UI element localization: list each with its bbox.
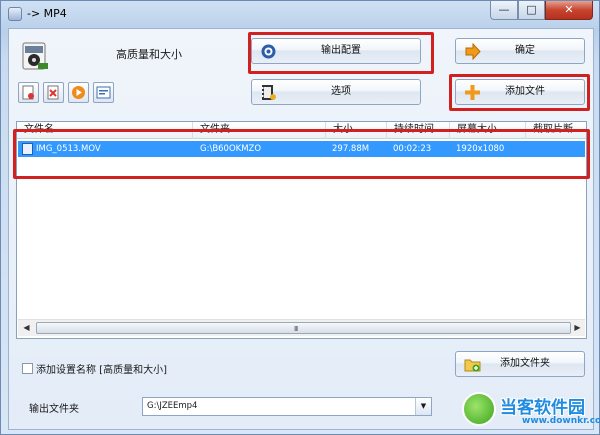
add-setting-name-label: 添加设置名称 [高质量和大小] [36, 365, 167, 376]
info-icon [96, 86, 111, 99]
remove-icon [47, 85, 59, 100]
format-label: 高质量和大小 [116, 48, 182, 61]
scroll-grip: III [294, 325, 298, 333]
add-folder-icon [464, 359, 481, 372]
output-folder-label: 输出文件夹 [29, 404, 79, 415]
window-title: -> MP4 [27, 7, 67, 20]
watermark: 当客软件园 www.downkr.com [456, 390, 600, 435]
scroll-right-icon[interactable]: ▶ [569, 320, 586, 336]
minimize-button[interactable]: — [490, 1, 518, 20]
chevron-down-icon[interactable]: ▼ [415, 398, 431, 415]
delete-button[interactable] [18, 82, 39, 103]
add-setting-name-checkbox[interactable] [22, 363, 33, 374]
highlight-box-output-config [248, 32, 434, 74]
highlight-box-add-file [449, 74, 590, 111]
title-bar[interactable]: -> MP4 — □ ✕ [1, 1, 599, 27]
watermark-url: www.downkr.com [522, 416, 600, 426]
arrow-right-icon [465, 43, 481, 60]
close-button[interactable]: ✕ [545, 1, 593, 20]
app-window: -> MP4 — □ ✕ 高质量和大小 输出配置 确定 选项 添加文件 文件名 … [0, 0, 600, 435]
add-folder-button[interactable]: 添加文件夹 [455, 351, 585, 377]
options-label: 选项 [331, 86, 351, 97]
watermark-logo [462, 392, 496, 426]
ok-button[interactable]: 确定 [455, 38, 585, 64]
output-folder-value: G:\JZEEmp4 [147, 401, 198, 411]
dialog-body: 高质量和大小 输出配置 确定 选项 添加文件 文件名 文件夹 大小 持续时间 屏… [8, 28, 594, 430]
info-button[interactable] [93, 82, 114, 103]
delete-icon [22, 85, 34, 100]
output-folder-select[interactable]: G:\JZEEmp4 ▼ [142, 397, 432, 416]
watermark-text: 当客软件园 [500, 398, 585, 418]
highlight-box-file-row [13, 129, 590, 179]
horizontal-scrollbar[interactable]: ◀ III ▶ [18, 319, 585, 336]
maximize-button[interactable]: □ [518, 1, 545, 20]
film-icon [262, 85, 276, 100]
app-icon [8, 7, 22, 21]
remove-button[interactable] [43, 82, 64, 103]
scroll-left-icon[interactable]: ◀ [18, 320, 35, 336]
play-button[interactable] [68, 82, 89, 103]
play-icon [72, 86, 85, 99]
mp4-format-icon [22, 42, 48, 70]
scroll-thumb[interactable]: III [36, 322, 571, 334]
options-button[interactable]: 选项 [251, 79, 421, 105]
